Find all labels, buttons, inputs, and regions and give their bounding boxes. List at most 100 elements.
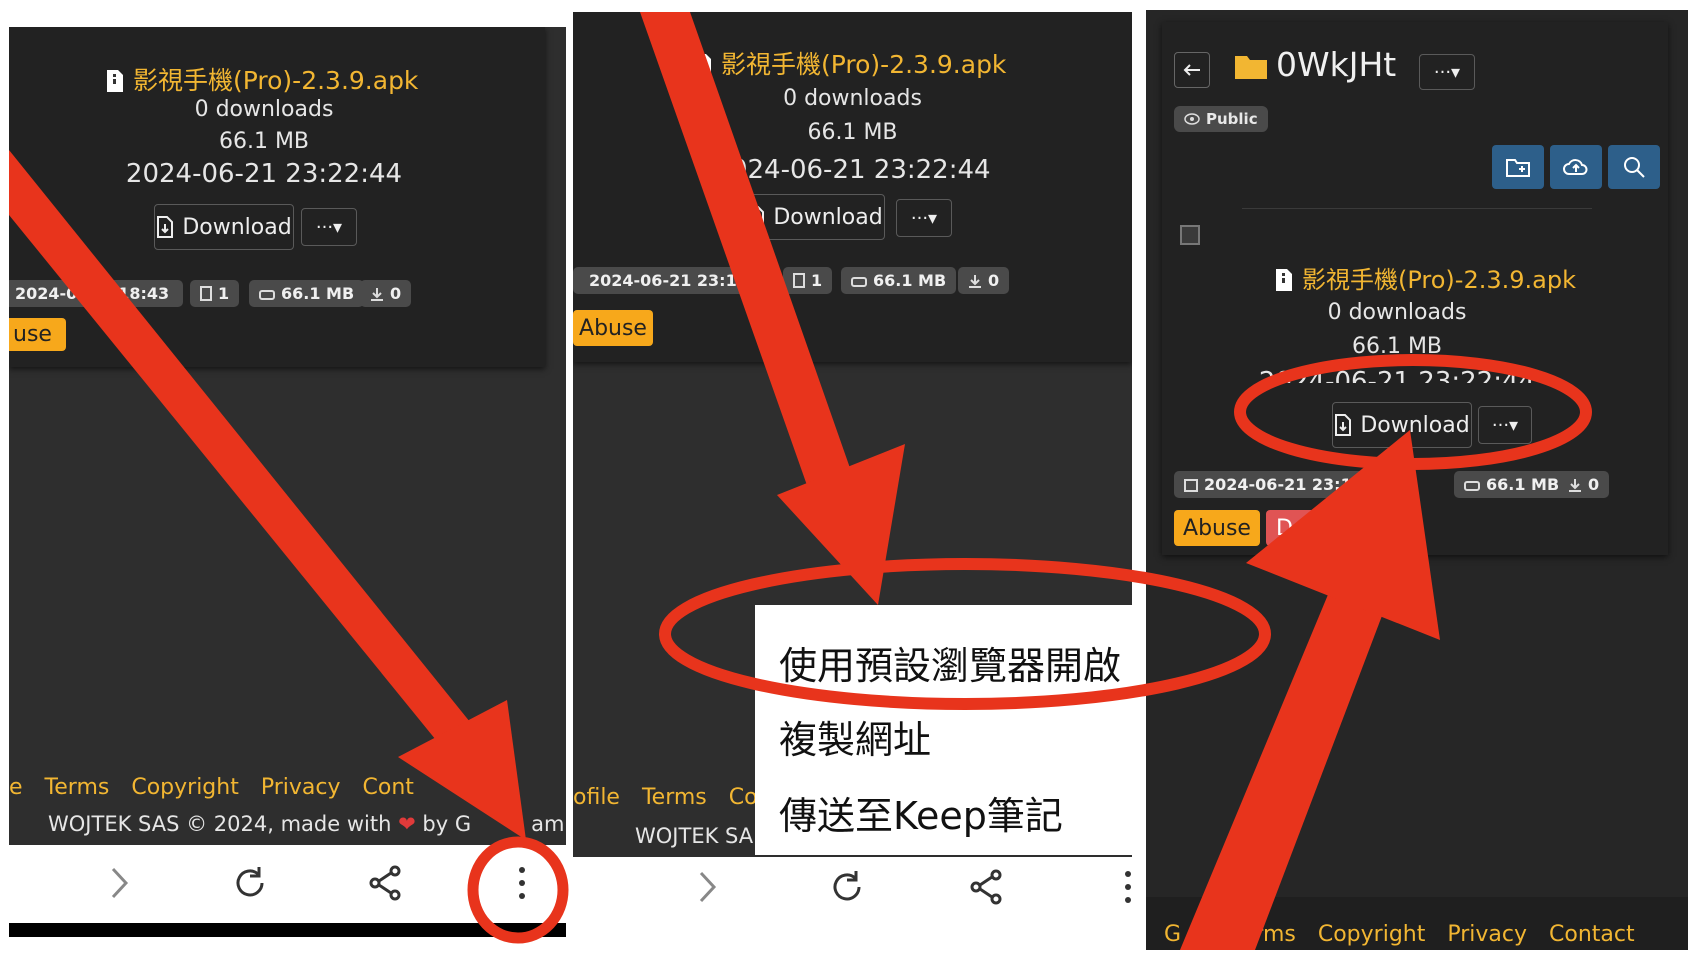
screenshot-panel-1: 影視手機(Pro)-2.3.9.apk 0 downloads 66.1 MB … xyxy=(9,27,566,937)
download-icon xyxy=(969,274,981,288)
download-button[interactable]: Download xyxy=(1332,402,1472,448)
delete-button[interactable]: De xyxy=(1266,510,1366,546)
tag-downloads: 0 xyxy=(1558,471,1610,498)
menu-item-send-to-keep[interactable]: 傳送至Keep筆記 xyxy=(779,785,1063,840)
download-count: 0 downloads xyxy=(783,86,922,111)
file-name-link[interactable]: 影視手機(Pro)-2.3.9.apk xyxy=(105,61,418,99)
back-button[interactable] xyxy=(1174,52,1210,88)
new-folder-icon xyxy=(1506,159,1530,177)
download-count: 0 downloads xyxy=(194,97,334,122)
file-size: 66.1 MB xyxy=(1351,334,1443,359)
calendar-icon xyxy=(1184,478,1198,492)
drive-icon xyxy=(1464,480,1480,491)
footer-links: e Terms Copyright Privacy Cont xyxy=(9,775,436,800)
tag-size: 66.1 MB xyxy=(1454,471,1570,498)
more-options-button[interactable]: ···▾ xyxy=(896,199,952,237)
more-vert-icon[interactable] xyxy=(517,865,527,901)
drive-icon xyxy=(851,276,867,287)
abuse-button[interactable]: use xyxy=(9,318,66,351)
upload-cloud-icon xyxy=(1563,159,1588,175)
footer-link-terms[interactable]: Terms xyxy=(45,775,110,800)
footer-link-copyright[interactable]: Co xyxy=(729,785,758,810)
download-icon xyxy=(157,216,174,238)
folder-options-button[interactable]: ···▾ xyxy=(1419,54,1475,90)
file-name-link[interactable]: 影視手機(Pro)-2.3.9.apk xyxy=(1274,260,1576,298)
file-card: 影視手機(Pro)-2.3.9.apk 0 downloads 66.1 MB … xyxy=(573,12,1132,362)
footer-link-terms[interactable]: Terms xyxy=(1231,922,1296,947)
footer-link[interactable]: e xyxy=(9,775,23,800)
footer-copyright: WOJTEK SAS © 2024, made with ❤ by Gam xyxy=(48,812,565,836)
footer-link[interactable]: G xyxy=(1164,922,1181,947)
download-button[interactable]: Download xyxy=(154,204,294,250)
abuse-button[interactable]: Abuse xyxy=(1174,510,1260,546)
forward-icon[interactable] xyxy=(109,865,131,901)
file-zip-icon xyxy=(1274,268,1294,298)
footer-links: G Terms Copyright Privacy Contact xyxy=(1164,922,1657,947)
tag-size: 66.1 MB xyxy=(841,267,957,294)
download-count: 0 downloads xyxy=(1327,300,1467,325)
select-checkbox[interactable] xyxy=(1180,225,1200,245)
search-icon xyxy=(1624,157,1645,178)
folder-card: 0WkJHt ···▾ Public 影視手機(Pro)-2.3.9.apk 0… xyxy=(1162,22,1668,555)
download-icon xyxy=(1569,478,1581,492)
footer-link-contact[interactable]: Cont xyxy=(363,775,414,800)
more-options-button[interactable]: ···▾ xyxy=(301,208,357,246)
search-button[interactable] xyxy=(1608,145,1660,189)
menu-item-copy-url[interactable]: 複製網址 xyxy=(779,709,931,764)
file-zip-icon xyxy=(693,53,713,83)
file-name-link[interactable]: 影視手機(Pro)-2.3.9.apk xyxy=(693,45,1006,83)
download-button[interactable]: Download xyxy=(745,194,885,240)
context-menu: 使用預設瀏覽器開啟 複製網址 傳送至Keep筆記 xyxy=(755,605,1132,855)
file-zip-icon xyxy=(105,69,125,99)
abuse-button[interactable]: Abuse xyxy=(573,310,653,346)
share-icon[interactable] xyxy=(970,869,1004,905)
folder-title: 0WkJHt xyxy=(1276,45,1397,84)
screenshot-panel-3: 0WkJHt ···▾ Public 影視手機(Pro)-2.3.9.apk 0… xyxy=(1146,10,1688,950)
tag-date: 2024-06-21 23:18. xyxy=(573,267,763,294)
file-size: 66.1 MB xyxy=(218,129,310,154)
forward-icon[interactable] xyxy=(697,869,719,905)
footer-copyright: WOJTEK SA xyxy=(635,824,754,848)
copy-icon xyxy=(793,273,805,288)
divider xyxy=(1242,208,1592,209)
menu-item-open-in-browser[interactable]: 使用預設瀏覽器開啟 xyxy=(779,635,1121,690)
footer-link-privacy[interactable]: Privacy xyxy=(261,775,341,800)
footer-link-copyright[interactable]: Copyright xyxy=(131,775,239,800)
download-icon xyxy=(748,206,765,228)
reload-icon[interactable] xyxy=(232,865,268,901)
tag-files: 1 xyxy=(190,280,240,307)
footer-link-copyright[interactable]: Copyright xyxy=(1318,922,1426,947)
browser-toolbar xyxy=(573,857,1132,922)
file-date: 2024-06-21 23:22:44 xyxy=(125,159,403,189)
browser-toolbar xyxy=(9,845,566,937)
footer-link-profile[interactable]: ofile xyxy=(573,785,620,810)
tag-downloads: 0 xyxy=(958,267,1010,294)
reload-icon[interactable] xyxy=(829,869,865,905)
public-badge: Public xyxy=(1174,106,1268,132)
copy-icon xyxy=(200,286,212,301)
file-date: 2024-06-21 23:22:44 xyxy=(1258,367,1536,383)
share-icon[interactable] xyxy=(369,865,403,901)
tag-files: 1 xyxy=(783,267,833,294)
drive-icon xyxy=(259,289,275,300)
upload-button[interactable] xyxy=(1550,145,1602,189)
more-vert-icon[interactable] xyxy=(1123,869,1132,905)
tag-size: 66.1 MB xyxy=(249,280,365,307)
file-card: 影視手機(Pro)-2.3.9.apk 0 downloads 66.1 MB … xyxy=(9,27,545,367)
folder-icon xyxy=(1235,56,1267,79)
file-date: 2024-06-21 23:22:44 xyxy=(714,155,991,185)
download-icon xyxy=(1335,414,1352,436)
heart-icon: ❤ xyxy=(398,812,416,836)
tag-date: 2024-06-21 23:18:4 xyxy=(1174,471,1404,498)
eye-icon xyxy=(1184,113,1200,125)
gesture-bar xyxy=(9,923,566,937)
footer-link-contact[interactable]: Contact xyxy=(1549,922,1635,947)
footer-link-privacy[interactable]: Privacy xyxy=(1447,922,1527,947)
back-arrow-icon xyxy=(1183,64,1200,76)
footer-link-terms[interactable]: Terms xyxy=(642,785,707,810)
download-icon xyxy=(371,287,383,301)
more-options-button[interactable]: ···▾ xyxy=(1478,406,1532,444)
tag-downloads: 0 xyxy=(360,280,412,307)
new-folder-button[interactable] xyxy=(1492,145,1544,189)
file-size: 66.1 MB xyxy=(807,120,898,145)
